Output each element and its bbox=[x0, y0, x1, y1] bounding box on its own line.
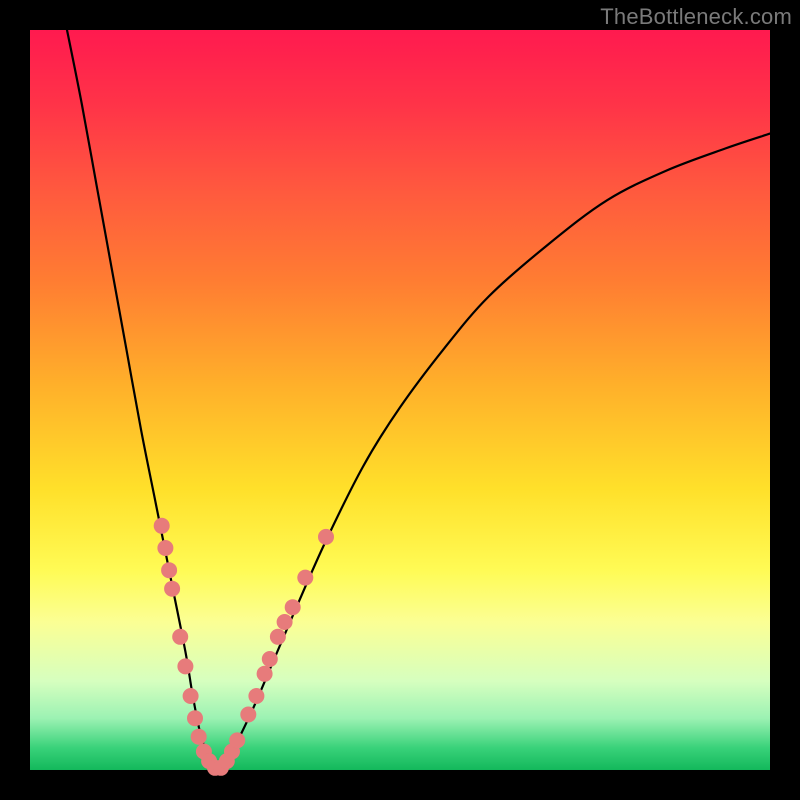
data-marker bbox=[262, 651, 278, 667]
bottleneck-curve-path bbox=[67, 30, 770, 770]
data-marker bbox=[277, 614, 293, 630]
data-marker bbox=[164, 581, 180, 597]
data-marker bbox=[285, 599, 301, 615]
data-marker bbox=[240, 707, 256, 723]
data-marker bbox=[248, 688, 264, 704]
watermark-text: TheBottleneck.com bbox=[600, 4, 792, 30]
data-marker bbox=[297, 570, 313, 586]
data-marker bbox=[154, 518, 170, 534]
data-marker bbox=[187, 710, 203, 726]
marker-group bbox=[154, 518, 334, 776]
data-marker bbox=[257, 666, 273, 682]
data-marker bbox=[183, 688, 199, 704]
data-marker bbox=[157, 540, 173, 556]
data-marker bbox=[318, 529, 334, 545]
data-marker bbox=[270, 629, 286, 645]
data-marker bbox=[172, 629, 188, 645]
chart-frame: TheBottleneck.com bbox=[0, 0, 800, 800]
data-marker bbox=[191, 729, 207, 745]
data-marker bbox=[177, 658, 193, 674]
data-marker bbox=[161, 562, 177, 578]
data-marker bbox=[229, 732, 245, 748]
chart-svg bbox=[30, 30, 770, 770]
